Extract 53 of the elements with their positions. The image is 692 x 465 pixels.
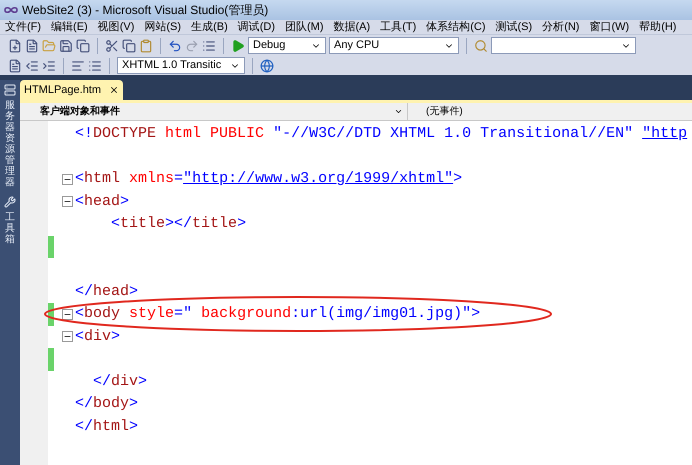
undo-icon[interactable] (168, 38, 182, 52)
menu-item[interactable]: 数据(A) (328, 20, 376, 34)
code-line: <head> (75, 192, 130, 212)
platform-dropdown[interactable]: Any CPU (329, 37, 459, 54)
code-line: </div> (93, 372, 148, 392)
indent-icon[interactable] (42, 58, 56, 72)
copy-icon[interactable] (122, 38, 136, 52)
menu-item[interactable]: 文件(F) (0, 20, 46, 34)
close-icon[interactable] (109, 85, 120, 95)
sidebar-tab[interactable]: 服务器资源管理器 (4, 84, 16, 188)
start-icon[interactable] (231, 38, 245, 52)
code-line: <!DOCTYPE html PUBLIC "-//W3C//DTD XHTML 1.0 Transitional//EN" "http (75, 124, 688, 144)
new-project-icon[interactable] (8, 38, 22, 52)
outdent-icon[interactable] (25, 58, 39, 72)
server-icon (4, 84, 16, 96)
collapse-toggle[interactable] (62, 331, 73, 342)
globe-icon[interactable] (260, 58, 274, 72)
sidebar-tab[interactable]: 工具箱 (4, 196, 16, 245)
menu-item[interactable]: 测试(S) (490, 20, 538, 34)
caret-icon (394, 107, 403, 116)
objects-dropdown[interactable]: 客户端对象和事件 (20, 103, 408, 120)
find-field[interactable] (491, 37, 636, 54)
menu-item[interactable]: 调试(D) (232, 20, 280, 34)
menu-item[interactable]: 网站(S) (139, 20, 186, 34)
menu-item[interactable]: 生成(B) (186, 20, 233, 34)
collapse-toggle[interactable] (62, 308, 73, 320)
events-dropdown[interactable]: (无事件) (408, 103, 692, 120)
code-line: <html xmlns="http://www.w3.org/1999/xhtml"> (75, 169, 462, 189)
document-icon[interactable] (8, 58, 22, 72)
menu-item[interactable]: 帮助(H) (634, 20, 682, 34)
save-icon[interactable] (59, 38, 73, 52)
code-line: </html> (75, 416, 138, 436)
menu-item[interactable]: 体系结构(C) (421, 20, 491, 34)
doctype-dropdown[interactable]: XHTML 1.0 Transitic (117, 57, 245, 74)
wrench-icon (4, 196, 16, 208)
code-line: <div> (75, 326, 120, 346)
code-line: </head> (75, 282, 138, 302)
code-line: <body style=" background:url(img/img01.jpg)"> (75, 304, 480, 324)
menu-item[interactable]: 视图(V) (92, 20, 140, 34)
collapse-toggle[interactable] (62, 174, 73, 185)
document-tab[interactable]: HTMLPage.htm (20, 80, 124, 100)
cut-icon[interactable] (105, 38, 119, 52)
menu-item[interactable]: 分析(N) (537, 20, 584, 34)
menu-item[interactable]: 编辑(E) (46, 20, 93, 34)
infinity-logo-icon (4, 6, 18, 14)
menu-item[interactable]: 团队(M) (280, 20, 329, 34)
code-line: </body> (75, 394, 138, 414)
window-title: WebSite2 (3) - Microsoft Visual Studio(管理员) (22, 2, 268, 19)
menu-item[interactable]: 工具(T) (375, 20, 422, 34)
menu-item[interactable]: 窗口(W) (584, 20, 634, 34)
configuration-dropdown[interactable]: Debug (248, 37, 326, 54)
collapse-toggle[interactable] (62, 196, 73, 208)
code-line: <title></title> (111, 214, 246, 234)
